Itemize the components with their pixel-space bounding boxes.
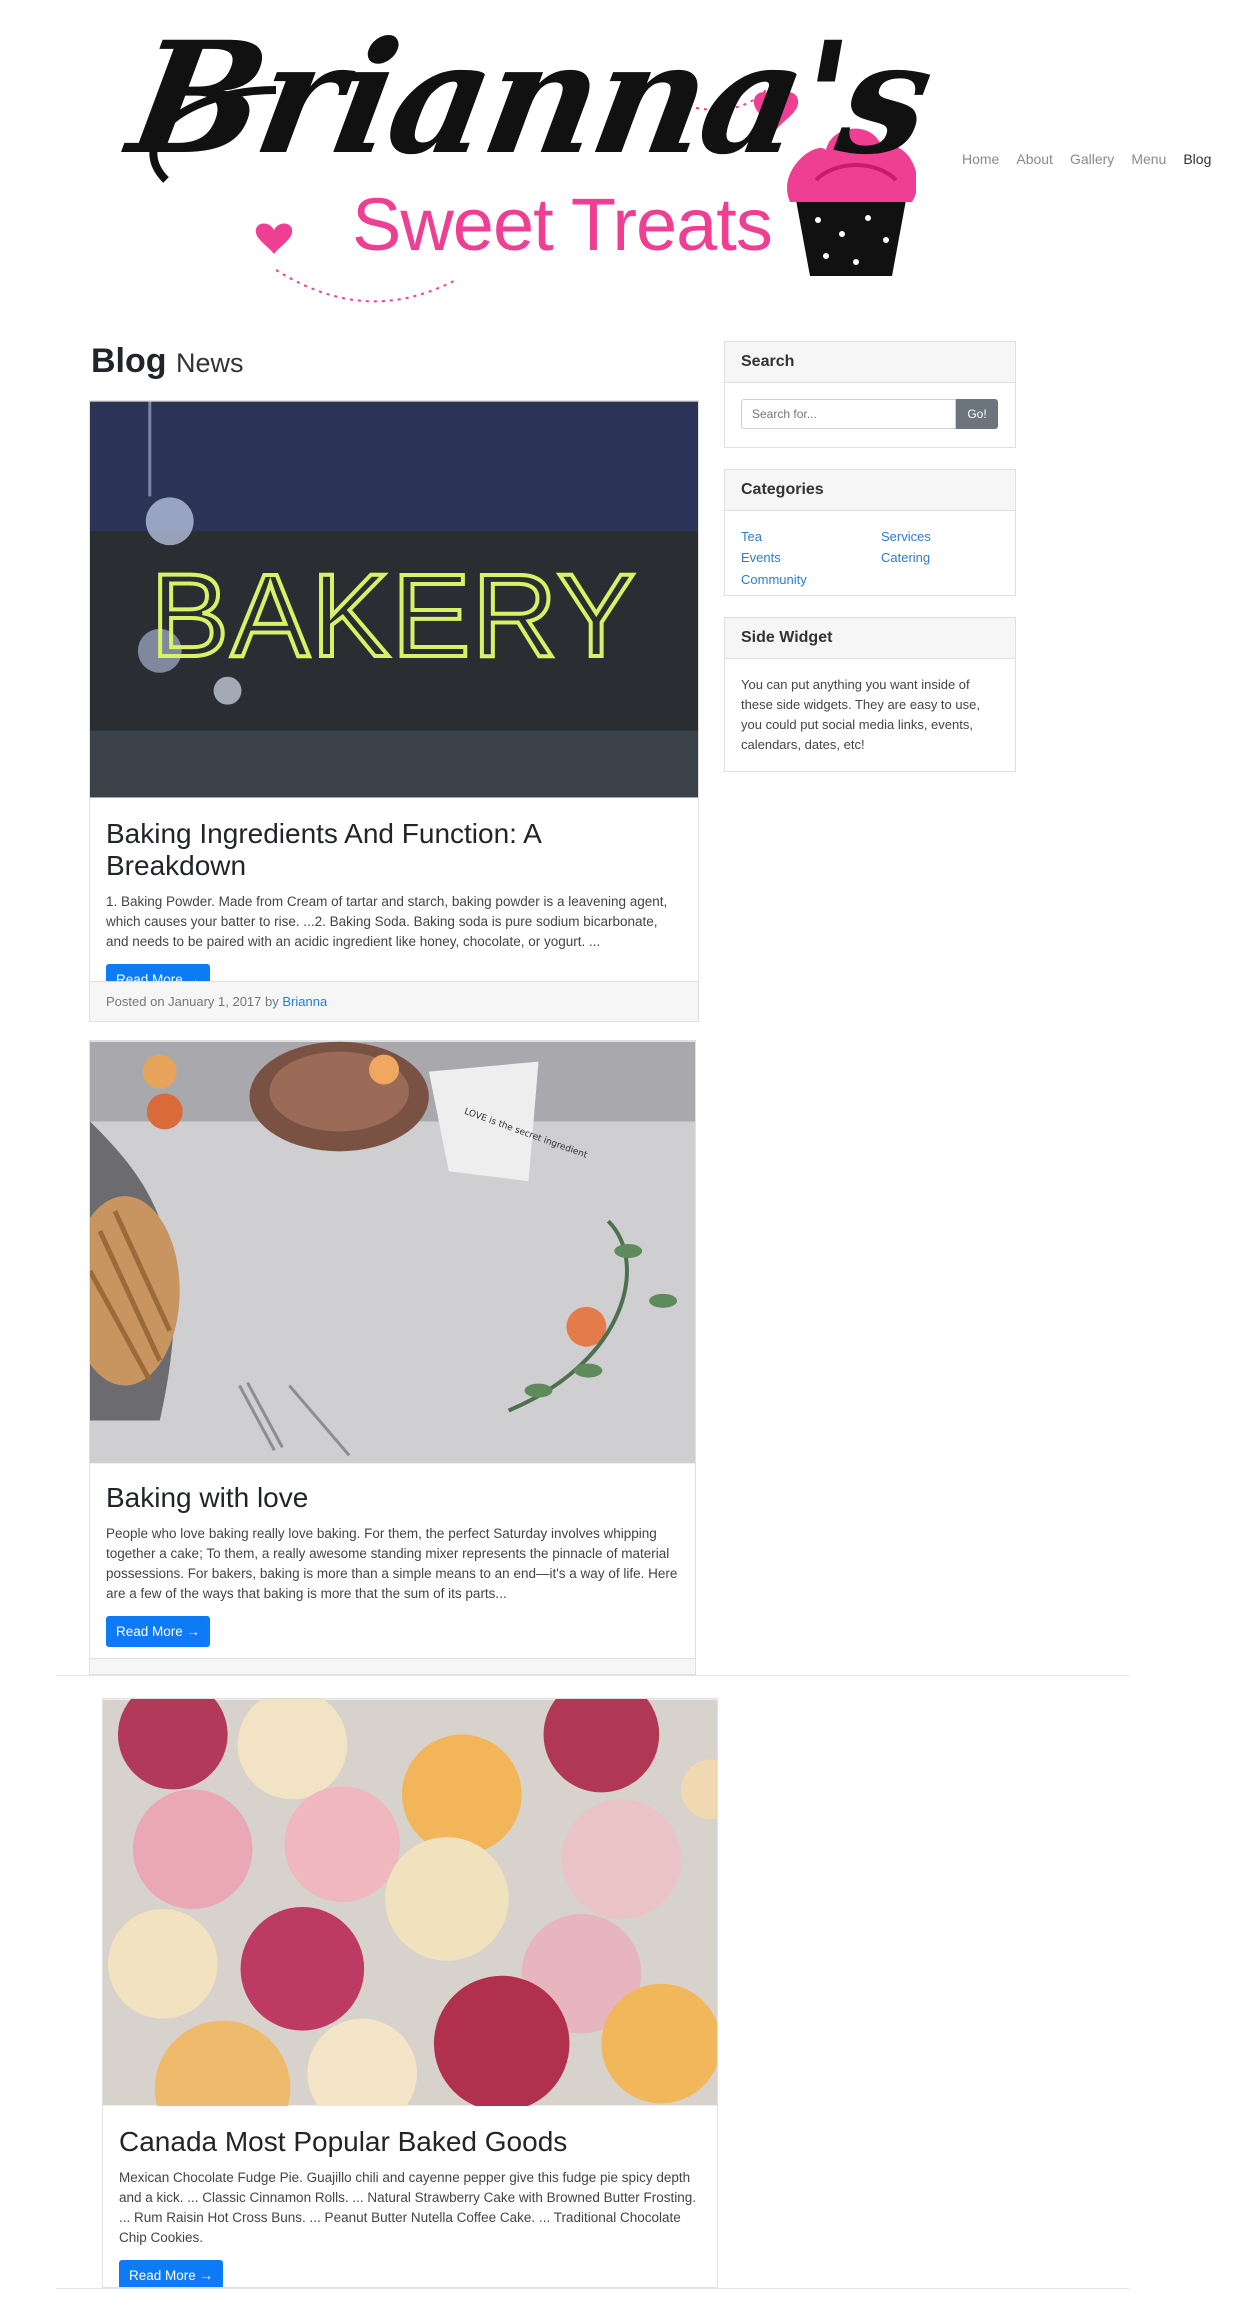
read-more-button[interactable]: Read More → <box>106 1616 211 1647</box>
categories-widget-title: Categories <box>725 470 1015 511</box>
search-widget: Search Go! <box>724 341 1016 448</box>
page-title: Blog News <box>91 342 244 381</box>
search-input[interactable] <box>741 399 956 429</box>
read-more-button[interactable]: Read More → <box>119 2260 224 2287</box>
category-link-tea[interactable]: Tea <box>741 527 881 548</box>
category-link-community[interactable]: Community <box>741 570 881 591</box>
post-excerpt: Mexican Chocolate Fudge Pie. Guajillo ch… <box>119 2170 696 2245</box>
category-link-services[interactable]: Services <box>881 527 999 548</box>
side-widget-title: Side Widget <box>725 618 1015 659</box>
post-title[interactable]: Baking with love <box>106 1482 679 1514</box>
divider <box>56 1675 1129 1676</box>
neon-sign-text: BAKERY <box>151 550 638 681</box>
side-widget: Side Widget You can put anything you wan… <box>724 617 1016 772</box>
side-widget-text: You can put anything you want inside of … <box>741 677 980 752</box>
post-title[interactable]: Baking Ingredients And Function: A Break… <box>106 818 682 882</box>
blog-post-card: Canada Most Popular Baked Goods Mexican … <box>102 1698 718 2288</box>
page-title-sub: News <box>176 348 244 378</box>
post-image-macarons <box>103 1699 717 2106</box>
post-image-pie: LOVE is the secret ingredient <box>90 1041 695 1464</box>
categories-list: Tea Services Events Catering Community <box>741 527 999 591</box>
post-excerpt: People who love baking really love bakin… <box>106 1526 678 1601</box>
categories-widget: Categories Tea Services Events Catering … <box>724 469 1016 596</box>
nav-blog[interactable]: Blog <box>1183 151 1211 167</box>
nav-gallery[interactable]: Gallery <box>1070 151 1114 167</box>
post-footer: Posted on January 1, 2017 by Brianna <box>90 981 698 1021</box>
top-nav: Home About Gallery Menu Blog <box>962 151 1211 167</box>
post-footer <box>90 1658 695 1674</box>
nav-menu[interactable]: Menu <box>1131 151 1166 167</box>
divider <box>56 2288 1129 2289</box>
search-go-button[interactable]: Go! <box>956 399 998 429</box>
post-title[interactable]: Canada Most Popular Baked Goods <box>119 2126 701 2158</box>
category-link-catering[interactable]: Catering <box>881 548 999 569</box>
post-image-bakery: BAKERY <box>90 401 698 798</box>
nav-home[interactable]: Home <box>962 151 999 167</box>
nav-about[interactable]: About <box>1016 151 1053 167</box>
post-excerpt: 1. Baking Powder. Made from Cream of tar… <box>106 894 668 949</box>
category-link-events[interactable]: Events <box>741 548 881 569</box>
post-meta: Posted on January 1, 2017 by <box>106 994 279 1009</box>
search-widget-title: Search <box>725 342 1015 383</box>
post-author-link[interactable]: Brianna <box>282 994 327 1009</box>
heart-icon <box>255 223 293 254</box>
brand-sub-text: Sweet Treats <box>352 183 773 266</box>
site-logo[interactable]: Brianna's Sweet Treats <box>118 8 941 310</box>
search-form: Go! <box>741 399 999 429</box>
page-title-main: Blog <box>91 342 167 380</box>
brand-script-text: Brianna's <box>118 8 942 189</box>
blog-post-card: LOVE is the secret ingredient Baking wit… <box>89 1040 696 1675</box>
blog-post-card: BAKERY Baking Ingredients And Function: … <box>89 400 699 1022</box>
